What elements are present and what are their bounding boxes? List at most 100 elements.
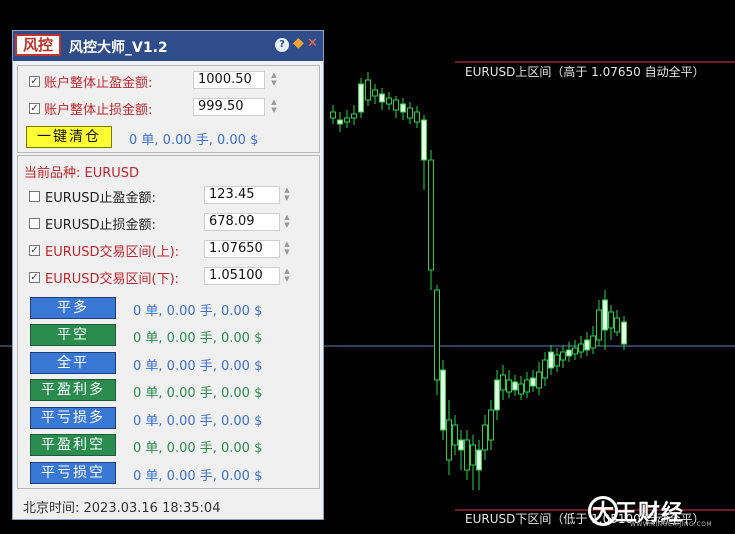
candle-body [372, 89, 378, 97]
candle-body [421, 119, 427, 161]
close-icon[interactable]: ✕ [307, 36, 318, 51]
close-all-stat: 0 单, 0.00 手, 0.00 $ [129, 133, 259, 148]
help-icon[interactable]: ? [275, 38, 289, 52]
panel-titlebar[interactable]: 风控 风控大师_V1.2 ? ◆ ✕ [13, 31, 323, 61]
minimize-icon[interactable]: ◆ [293, 35, 304, 51]
symbol-sl-checkbox[interactable] [29, 218, 40, 229]
account-tp-checkbox[interactable]: ✓ [29, 76, 40, 87]
candle-body [446, 419, 452, 461]
candlesticks [330, 72, 627, 490]
close-loss-long-stat: 0 单, 0.00 手, 0.00 $ [133, 414, 263, 429]
symbol-tp-label: EURUSD止盈金额: [45, 191, 156, 206]
symbol-tp-spinner[interactable]: ▲ ▼ [282, 186, 292, 204]
upper-range-label: EURUSD上区间（高于 1.07650 自动全平） [465, 65, 705, 79]
candle-body [337, 119, 343, 125]
beijing-time: 北京时间: 2023.03.16 18:35:04 [23, 501, 221, 516]
close-profit-long-stat: 0 单, 0.00 手, 0.00 $ [133, 386, 263, 401]
close-profit-short-button[interactable]: 平盈利空 [30, 434, 116, 456]
close-long-button[interactable]: 平多 [30, 297, 116, 319]
candle-body [542, 359, 548, 379]
candle-body [614, 317, 620, 333]
account-sl-checkbox[interactable]: ✓ [29, 103, 40, 114]
symbol-sl-input[interactable]: 678.09 [204, 213, 280, 231]
candle-body [452, 424, 458, 446]
risk-control-panel: 风控 风控大师_V1.2 ? ◆ ✕ ✓ 账户整体止盈金额: 1000.50 ▲… [12, 30, 324, 520]
symbol-sl-spinner[interactable]: ▲ ▼ [282, 213, 292, 231]
candle-body [530, 377, 536, 387]
close-short-button[interactable]: 平空 [30, 324, 116, 346]
close-profit-short-stat: 0 单, 0.00 手, 0.00 $ [133, 441, 263, 456]
range-upper-input[interactable]: 1.07650 [204, 240, 280, 258]
symbol-sl-label: EURUSD止损金额: [45, 218, 156, 233]
candle-body [428, 159, 434, 271]
range-upper-spinner[interactable]: ▲ ▼ [282, 240, 292, 258]
range-upper-checkbox[interactable]: ✓ [29, 245, 40, 256]
candle-body [365, 79, 371, 101]
candle-body [578, 343, 584, 353]
candle-body [434, 289, 440, 381]
candle-body [358, 83, 364, 113]
candle-body [590, 335, 596, 349]
candle-body [596, 309, 602, 341]
range-lower-spinner[interactable]: ▲ ▼ [282, 267, 292, 285]
candle-body [524, 379, 530, 393]
range-lower-checkbox[interactable]: ✓ [29, 272, 40, 283]
account-sl-input[interactable]: 999.50 [193, 98, 265, 116]
candle-body [440, 369, 446, 431]
account-tp-label: 账户整体止盈金额: [44, 76, 153, 91]
candle-body [458, 439, 464, 451]
candle-body [482, 424, 488, 451]
close-all-symbol-button[interactable]: 全平 [30, 352, 116, 374]
current-symbol-label: 当前品种: EURUSD [24, 166, 140, 181]
close-loss-short-button[interactable]: 平亏损空 [30, 462, 116, 484]
candle-body [344, 117, 350, 123]
close-loss-long-button[interactable]: 平亏损多 [30, 407, 116, 429]
close-profit-long-button[interactable]: 平盈利多 [30, 379, 116, 401]
range-lower-label: EURUSD交易区间(下): [45, 272, 180, 287]
candle-body [548, 351, 554, 369]
candle-body [386, 97, 392, 105]
candle-body [351, 113, 357, 119]
candle-body [330, 111, 336, 119]
candle-body [584, 339, 590, 351]
close-short-stat: 0 单, 0.00 手, 0.00 $ [133, 331, 263, 346]
candle-body [488, 409, 494, 441]
candle-body [500, 374, 506, 391]
candle-body [494, 379, 500, 411]
symbol-tp-checkbox[interactable] [29, 191, 40, 202]
candle-body [518, 383, 524, 395]
account-sl-spinner[interactable]: ▲ ▼ [269, 98, 279, 116]
candle-body [608, 311, 614, 329]
app-logo: 风控 [15, 34, 61, 56]
account-sl-label: 账户整体止损金额: [44, 103, 153, 118]
candle-body [554, 354, 560, 367]
candle-body [536, 371, 542, 389]
candle-body [407, 107, 413, 119]
candle-body [464, 439, 470, 471]
account-section: ✓ 账户整体止盈金额: 1000.50 ▲ ▼ ✓ 账户整体止损金额: 999.5… [17, 65, 320, 153]
candle-body [476, 449, 482, 471]
close-all-button[interactable]: 一键清仓 [26, 126, 112, 148]
candle-body [572, 347, 578, 355]
range-upper-label: EURUSD交易区间(上): [45, 245, 180, 260]
symbol-tp-input[interactable]: 123.45 [204, 186, 280, 204]
candle-body [566, 349, 572, 357]
close-all-symbol-stat: 0 单, 0.00 手, 0.00 $ [133, 359, 263, 374]
candle-body [621, 321, 627, 345]
range-lower-input[interactable]: 1.05100 [204, 267, 280, 285]
candle-body [393, 99, 399, 111]
close-loss-short-stat: 0 单, 0.00 手, 0.00 $ [133, 469, 263, 484]
brand-url: WWW.KINGCAIJING.COM [630, 521, 713, 528]
symbol-section: 当前品种: EURUSD EURUSD止盈金额: 123.45 ▲ ▼ EURUS… [17, 155, 320, 489]
candle-body [506, 379, 512, 393]
candle-body [602, 299, 608, 331]
candle-body [379, 93, 385, 103]
candle-body [414, 111, 420, 123]
candle-body [470, 444, 476, 466]
panel-title: 风控大师_V1.2 [69, 40, 168, 56]
account-tp-spinner[interactable]: ▲ ▼ [269, 71, 279, 89]
close-long-stat: 0 单, 0.00 手, 0.00 $ [133, 304, 263, 319]
account-tp-input[interactable]: 1000.50 [193, 71, 265, 89]
candle-body [400, 103, 406, 113]
candle-body [512, 381, 518, 391]
